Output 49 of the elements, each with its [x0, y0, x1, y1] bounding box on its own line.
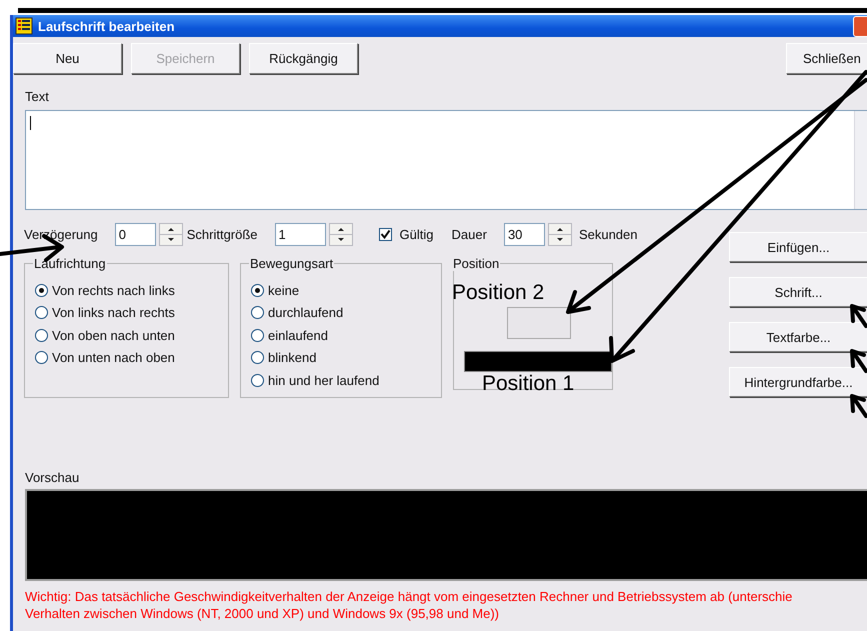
- annotation-label: Position 2: [452, 282, 546, 304]
- checkbox-label: Gültig: [400, 226, 434, 242]
- warning-text: Wichtig: Das tatsächliche Geschwindigkeitverhalten der Anzeige hängt vom eingesetzten Rechner und Betriebssystem ab (unterschie: [25, 588, 794, 605]
- group-title: Laufrichtung: [33, 256, 107, 271]
- side-button[interactable]: Hintergrundfarbe...: [729, 367, 867, 397]
- radio-button[interactable]: [251, 284, 264, 297]
- radio-button[interactable]: [251, 328, 264, 342]
- unit-label: Sekunden: [578, 226, 638, 242]
- radio-button[interactable]: [35, 351, 48, 364]
- checkbox[interactable]: [378, 228, 392, 240]
- radio-label: hin und her laufend: [268, 372, 380, 388]
- radio-label: keine: [268, 282, 300, 298]
- radio-button[interactable]: [35, 328, 48, 342]
- field-label: Text: [25, 89, 50, 104]
- radio-button[interactable]: [251, 374, 264, 387]
- position-slot: [507, 307, 571, 339]
- side-button[interactable]: Textfarbe...: [729, 322, 867, 352]
- radio-button[interactable]: [251, 306, 264, 320]
- radio-button[interactable]: [35, 284, 48, 297]
- group-title: Bewegungsart: [249, 256, 334, 271]
- number-field[interactable]: 1: [274, 222, 326, 246]
- list-icon: [15, 17, 33, 35]
- radio-button[interactable]: [251, 351, 264, 364]
- toolbar-button[interactable]: Schließen: [786, 43, 867, 74]
- radio-label: Von oben nach unten: [52, 328, 175, 343]
- number-field[interactable]: 30: [504, 222, 545, 246]
- radio-label: Von unten nach oben: [52, 350, 175, 366]
- radio-label: durchlaufend: [268, 305, 344, 320]
- toolbar-button[interactable]: Rückgängig: [249, 43, 358, 74]
- side-button[interactable]: Einfügen...: [729, 232, 867, 262]
- radio-label: einlaufend: [268, 328, 328, 343]
- annotation-arrow: [850, 394, 867, 418]
- radio-label: blinkend: [268, 350, 316, 366]
- radio-button[interactable]: [35, 306, 48, 320]
- side-button[interactable]: Schrift...: [729, 277, 867, 307]
- scrollbar[interactable]: [854, 111, 867, 209]
- window-title: Laufschrift bearbeiten: [38, 18, 175, 34]
- group-title: Position: [452, 256, 500, 271]
- text-input-field[interactable]: [25, 110, 867, 210]
- radio-label: Von links nach rechts: [52, 305, 175, 320]
- field-label: Schrittgröße: [186, 226, 258, 242]
- warning-text: Verhalten zwischen Windows (NT, 2000 und XP) und Windows 9x (95,98 und Me)): [25, 605, 500, 622]
- text-cursor: [30, 116, 31, 130]
- annotation-label: Position 1: [482, 373, 576, 395]
- number-field[interactable]: 0: [114, 222, 156, 246]
- preview-label: Vorschau: [25, 470, 80, 486]
- radio-label: Von rechts nach links: [52, 282, 175, 298]
- toolbar-button[interactable]: Neu: [13, 43, 122, 74]
- field-label: Dauer: [452, 226, 487, 242]
